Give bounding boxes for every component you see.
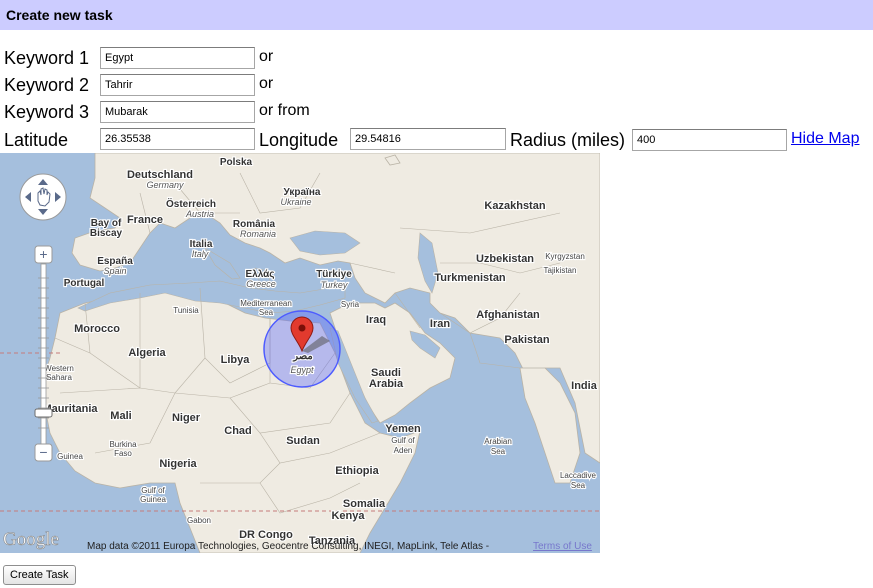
map-label: Pakistan: [504, 334, 550, 346]
map-label: Somalia: [343, 498, 386, 510]
keyword3-input[interactable]: [100, 101, 255, 123]
map-label: Western: [44, 364, 74, 373]
map-label: Turkey: [321, 280, 348, 290]
map-label: Arabian: [484, 437, 512, 446]
map-label: Ukraine: [280, 197, 311, 207]
map-label: Niger: [172, 412, 201, 424]
map-label: Ethiopia: [335, 465, 379, 477]
map-label: Sea: [491, 447, 506, 456]
map-label: Polska: [220, 157, 253, 168]
map-label: Iran: [430, 318, 450, 330]
map-label: Gulf of: [391, 436, 415, 445]
map-label: India: [571, 380, 598, 392]
radius-input[interactable]: [632, 129, 787, 151]
longitude-label: Longitude: [259, 130, 339, 150]
keyword3-or-from-text: or from: [259, 102, 310, 119]
map-label: Gulf of: [141, 486, 165, 495]
map-label: Germany: [146, 180, 184, 190]
map-label: Nigeria: [159, 458, 197, 470]
map-label: Italy: [192, 249, 209, 259]
map-label: Greece: [246, 279, 276, 289]
map-label: Sea: [571, 481, 586, 490]
map-label: Laccadive: [560, 471, 597, 480]
zoom-slider-handle[interactable]: [34, 408, 53, 418]
map-label: Sudan: [286, 435, 320, 447]
map-label: Egypt: [290, 365, 314, 375]
map-label: Syria: [341, 300, 360, 309]
map-label: Guinea: [57, 452, 83, 461]
map-attribution: Map data ©2011 Europa Technologies, Geoc…: [87, 541, 489, 552]
map-label: Turkmenistan: [434, 272, 506, 284]
map-label: Portugal: [64, 278, 105, 289]
map-label: Faso: [114, 449, 132, 458]
map-label: DR Congo: [239, 529, 293, 541]
latitude-label: Latitude: [4, 130, 69, 150]
keyword2-or-text: or: [259, 75, 274, 92]
map-label: Kenya: [331, 510, 365, 522]
keyword2-label: Keyword 2: [4, 75, 90, 95]
plus-icon: +: [39, 246, 47, 262]
map-label: Afghanistan: [476, 309, 540, 321]
map-label: France: [127, 214, 163, 226]
map-label: Aden: [394, 446, 413, 455]
radius-label: Radius (miles): [510, 130, 626, 150]
map-label: Kyrgyzstan: [545, 252, 585, 261]
keyword1-or-text: or: [259, 48, 274, 65]
map-label: Yemen: [385, 423, 421, 435]
hide-map-link[interactable]: Hide Map: [791, 130, 859, 148]
keyword2-input[interactable]: [100, 74, 255, 96]
page-title: Create new task: [6, 7, 113, 23]
map-label: Austria: [185, 209, 214, 219]
terms-of-use-link[interactable]: Terms of Use: [533, 541, 592, 552]
map-view[interactable]: Polska Deutschland Germany Україна Ukraine Ka…: [0, 153, 600, 553]
map-label: Mediterranean: [240, 299, 292, 308]
map-label: Türkiye: [316, 269, 352, 280]
map-label: Morocco: [74, 323, 120, 335]
map-label: Libya: [221, 354, 251, 366]
longitude-input[interactable]: [350, 128, 506, 150]
keyword1-label: Keyword 1: [4, 48, 90, 68]
map-label: Uzbekistan: [476, 253, 534, 265]
map-label: Burkina: [109, 440, 137, 449]
map-label: Guinea: [140, 495, 166, 504]
map-label: Sahara: [46, 373, 72, 382]
map-label: Sea: [259, 308, 274, 317]
map-label: Romania: [240, 229, 276, 239]
map-label: Arabia: [369, 378, 404, 390]
map-label: Tunisia: [173, 306, 199, 315]
keyword3-label: Keyword 3: [4, 102, 90, 122]
map-label: Mali: [110, 410, 131, 422]
page-header: Create new task: [0, 0, 873, 30]
latitude-input[interactable]: [100, 128, 255, 150]
map-label: Gabon: [187, 516, 211, 525]
map-label: Spain: [103, 266, 126, 276]
google-logo[interactable]: Google: [3, 529, 60, 551]
map-label: Iraq: [366, 314, 386, 326]
minus-icon: −: [39, 444, 47, 460]
map-label: Chad: [224, 425, 252, 437]
keyword1-input[interactable]: [100, 47, 255, 69]
pan-control[interactable]: [19, 173, 67, 221]
map-label: Biscay: [90, 228, 123, 239]
map-label: Algeria: [128, 347, 166, 359]
create-task-button[interactable]: Create Task: [3, 565, 76, 585]
map-label: مصر: [292, 351, 313, 362]
map-label: Kazakhstan: [484, 200, 545, 212]
map-label: Tajikistan: [544, 266, 577, 275]
